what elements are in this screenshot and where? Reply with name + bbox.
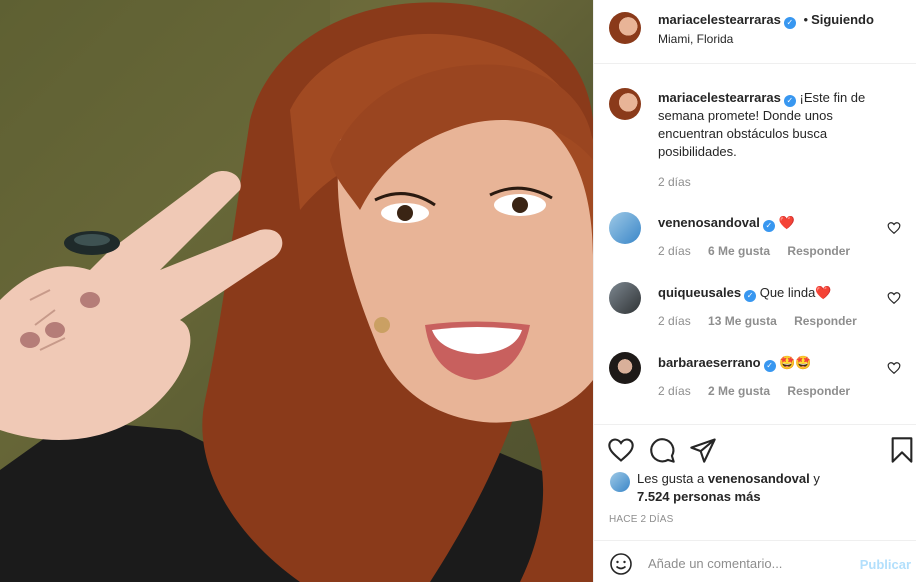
likes-prefix: Les gusta a [637, 471, 705, 486]
publish-button[interactable]: Publicar [860, 557, 911, 572]
author-username[interactable]: mariacelestearraras [658, 12, 781, 27]
comment-like-heart-icon[interactable] [887, 291, 901, 305]
likes-others[interactable]: 7.524 personas más [637, 489, 761, 504]
commenter-avatar[interactable] [609, 352, 641, 384]
comment-likes[interactable]: 6 Me gusta [708, 244, 770, 258]
author-avatar[interactable] [609, 12, 641, 44]
verified-icon: ✓ [744, 290, 757, 302]
commenter-avatar[interactable] [609, 212, 641, 244]
commenter-avatar[interactable] [609, 282, 641, 314]
comment-time[interactable]: 2 días [658, 384, 691, 398]
comment-item: venenosandoval ✓ ❤️ 2 días 6 Me gusta Res… [594, 208, 916, 270]
header-separator: • [803, 12, 809, 27]
post-photo-illustration [0, 0, 593, 582]
verified-icon: ✓ [763, 360, 776, 372]
post-photo[interactable] [0, 0, 593, 582]
commenter-username[interactable]: barbaraeserrano [658, 355, 761, 370]
post-header: mariacelestearraras ✓ • Siguiendo Miami, F… [594, 0, 916, 64]
caption: mariacelestearraras ✓ ¡Este fin de semana… [658, 89, 893, 161]
caption-time[interactable]: 2 días [658, 175, 691, 189]
caption-avatar[interactable] [609, 88, 641, 120]
verified-icon: ✓ [783, 17, 796, 29]
comment-icon[interactable] [648, 436, 676, 464]
action-bar [594, 430, 916, 470]
likes-summary: Les gusta a venenosandoval y 7.524 perso… [637, 470, 897, 506]
comment-text: 🤩🤩 [779, 355, 812, 370]
verified-icon: ✓ [762, 220, 775, 232]
comment-like-heart-icon[interactable] [887, 361, 901, 375]
likes-user[interactable]: venenosandoval [708, 471, 810, 486]
comment-time[interactable]: 2 días [658, 314, 691, 328]
post-time[interactable]: Hace 2 días [609, 514, 673, 525]
bookmark-icon[interactable] [888, 436, 916, 464]
caption-username[interactable]: mariacelestearraras [658, 90, 781, 105]
commenter-username[interactable]: venenosandoval [658, 215, 760, 230]
comment-text: ❤️ [778, 215, 795, 230]
follow-status-button[interactable]: Siguiendo [811, 12, 874, 27]
reply-button[interactable]: Responder [787, 384, 850, 398]
emoji-icon[interactable] [609, 552, 633, 576]
post-location[interactable]: Miami, Florida [658, 32, 733, 46]
likes-suffix: y [813, 471, 820, 486]
comment-time[interactable]: 2 días [658, 244, 691, 258]
commenter-username[interactable]: quiqueusales [658, 285, 741, 300]
divider [594, 424, 916, 425]
comment-likes[interactable]: 2 Me gusta [708, 384, 770, 398]
comment-item: barbaraeserrano ✓ 🤩🤩 2 días 2 Me gusta Re… [594, 348, 916, 410]
comment-text: Que linda❤️ [759, 285, 832, 300]
reply-button[interactable]: Responder [787, 244, 850, 258]
comment-input[interactable] [648, 553, 848, 573]
heart-icon[interactable] [607, 436, 635, 464]
comment-likes[interactable]: 13 Me gusta [708, 314, 777, 328]
add-comment-bar: Publicar [594, 540, 916, 582]
comment-like-heart-icon[interactable] [887, 221, 901, 235]
verified-icon: ✓ [783, 95, 796, 107]
share-icon[interactable] [689, 436, 717, 464]
comment-item: quiqueusales ✓ Que linda❤️ 2 días 13 Me g… [594, 278, 916, 340]
liker-avatar[interactable] [610, 472, 630, 492]
post-side-panel: mariacelestearraras ✓ • Siguiendo Miami, F… [593, 0, 916, 582]
reply-button[interactable]: Responder [794, 314, 857, 328]
